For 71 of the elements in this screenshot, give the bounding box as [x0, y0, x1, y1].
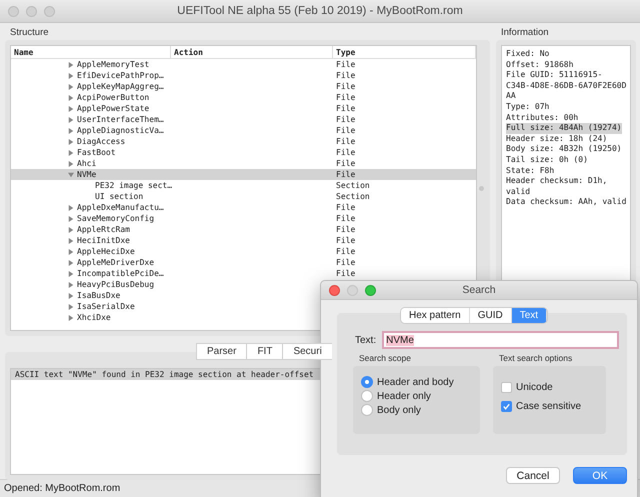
- item-name: AppleHeciDxe: [77, 246, 135, 257]
- info-line: C34B-4D8E-86DB-6A70F2E60D: [506, 80, 626, 92]
- item-type: File: [336, 203, 356, 212]
- item-type: File: [336, 236, 356, 245]
- item-name: HeavyPciBusDebug: [77, 279, 154, 290]
- item-name: EfiDevicePathProp…: [77, 70, 164, 81]
- status-text: Opened: MyBootRom.rom: [4, 483, 120, 494]
- field-label: Text:: [355, 334, 376, 346]
- item-name: AcpiPowerButton: [77, 92, 150, 103]
- item-name: DiagAccess: [77, 136, 126, 147]
- item-type: Section: [336, 181, 370, 190]
- item-name: AppleDiagnosticVa…: [77, 125, 164, 136]
- info-line: Attributes: 00h: [506, 112, 578, 124]
- info-line: Header checksum: D1h,: [506, 176, 608, 187]
- item-type: File: [336, 104, 356, 113]
- window-title: UEFITool NE alpha 55 (Feb 10 2019) - MyBootRom.rom: [177, 5, 463, 17]
- info-line: Type: 07h: [506, 102, 550, 113]
- info-line: Header size: 18h (24): [506, 134, 608, 144]
- item-type: File: [336, 60, 356, 69]
- info-line: Tail size: 0h (0): [506, 154, 588, 166]
- item-type: File: [336, 137, 356, 146]
- item-name: AppleDxeManufactu…: [77, 202, 164, 213]
- item-type: File: [336, 126, 356, 135]
- info-line: Body size: 4B32h (19250): [506, 144, 622, 155]
- item-name: PE32 image sect…: [95, 180, 172, 191]
- item-name: AppleMemoryTest: [77, 59, 150, 70]
- item-type: File: [336, 225, 356, 234]
- item-name: IsaBusDxe: [77, 290, 120, 301]
- info-line: Fixed: No: [506, 49, 550, 60]
- item-type: File: [336, 159, 356, 168]
- option-label: Header only: [377, 390, 431, 402]
- option-label: Header and body: [377, 376, 454, 388]
- option-label: Case sensitive: [516, 401, 582, 412]
- info-line: Data checksum: AAh, valid: [506, 197, 626, 208]
- item-type: File: [336, 170, 356, 179]
- info-line: State: F8h: [506, 166, 554, 176]
- item-type: File: [336, 115, 356, 124]
- item-name: XhciDxe: [77, 312, 111, 323]
- item-name: AppleMeDriverDxe: [77, 257, 154, 268]
- info-line: AA: [506, 91, 516, 102]
- panel-title: Information: [500, 26, 550, 40]
- option-label: Unicode: [516, 382, 553, 393]
- item-type: File: [336, 258, 356, 267]
- item-type: File: [336, 247, 356, 256]
- item-name: UI section: [95, 191, 144, 202]
- info-line: Offset: 91868h: [506, 60, 574, 70]
- info-line: File GUID: 51116915-: [506, 70, 602, 81]
- group-title: Search scope: [358, 353, 412, 365]
- group-title: Text search options: [498, 353, 574, 365]
- item-name: NVMe: [77, 169, 96, 180]
- item-name: HeciInitDxe: [77, 235, 130, 246]
- item-type: File: [336, 71, 356, 80]
- item-name: AppleKeyMapAggreg…: [77, 81, 164, 92]
- item-name: Ahci: [77, 158, 96, 169]
- item-name: IsaSerialDxe: [77, 301, 135, 312]
- item-name: IncompatiblePciDe…: [77, 268, 164, 279]
- item-type: Section: [336, 192, 370, 201]
- option-label: Body only: [377, 404, 421, 416]
- item-type: File: [336, 93, 356, 102]
- item-name: AppleRtcRam: [77, 224, 130, 235]
- item-name: FastBoot: [77, 147, 116, 158]
- item-name: ApplePowerState: [77, 103, 150, 114]
- dialog-title: Search: [462, 284, 496, 296]
- item-name: SaveMemoryConfig: [77, 213, 154, 224]
- item-type: File: [336, 82, 356, 91]
- info-line: valid: [506, 186, 530, 198]
- item-type: File: [336, 214, 356, 223]
- panel-title: Structure: [9, 26, 50, 40]
- item-type: File: [336, 269, 356, 278]
- item-name: UserInterfaceThem…: [77, 114, 164, 125]
- item-type: File: [336, 148, 356, 157]
